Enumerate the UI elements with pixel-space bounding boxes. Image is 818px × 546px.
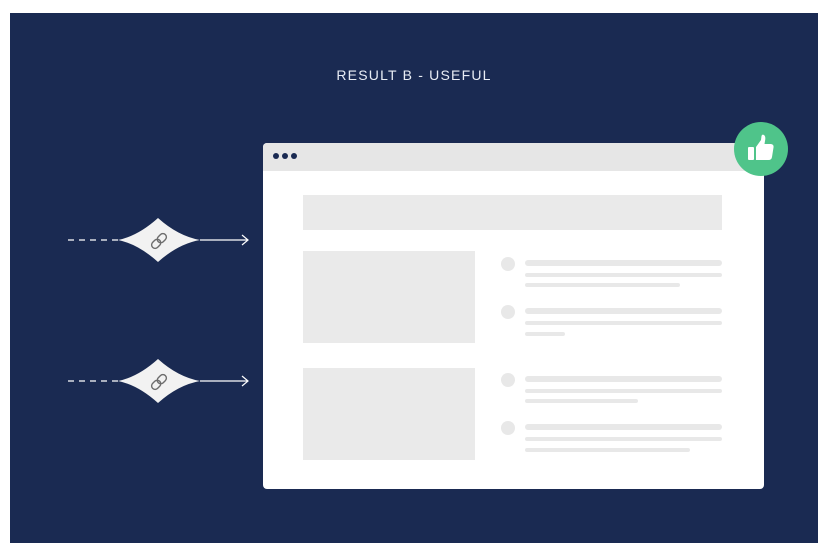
window-dot-icon [282, 153, 288, 159]
text-line-placeholder [525, 260, 722, 266]
window-dot-icon [291, 153, 297, 159]
thumbs-up-icon [748, 134, 774, 160]
browser-window [263, 143, 764, 489]
text-line-placeholder [525, 321, 722, 325]
list-bullet-placeholder [501, 421, 515, 435]
image-placeholder [303, 368, 475, 460]
incoming-link-connector-2 [68, 359, 249, 403]
illustration-canvas: RESULT B - USEFUL [10, 13, 818, 543]
text-line-placeholder [525, 283, 680, 287]
text-line-placeholder [525, 389, 722, 393]
header-placeholder [303, 195, 722, 230]
text-line-placeholder [525, 399, 638, 403]
text-line-placeholder [525, 273, 722, 277]
image-placeholder [303, 251, 475, 343]
list-bullet-placeholder [501, 257, 515, 271]
list-bullet-placeholder [501, 305, 515, 319]
text-line-placeholder [525, 308, 722, 314]
text-line-placeholder [525, 332, 565, 336]
result-heading: RESULT B - USEFUL [336, 67, 492, 83]
text-line-placeholder [525, 376, 722, 382]
text-line-placeholder [525, 424, 722, 430]
window-dot-icon [273, 153, 279, 159]
useful-badge [734, 122, 788, 176]
incoming-link-connector-1 [68, 218, 249, 262]
text-line-placeholder [525, 448, 690, 452]
browser-titlebar [263, 143, 764, 171]
text-line-placeholder [525, 437, 722, 441]
list-bullet-placeholder [501, 373, 515, 387]
